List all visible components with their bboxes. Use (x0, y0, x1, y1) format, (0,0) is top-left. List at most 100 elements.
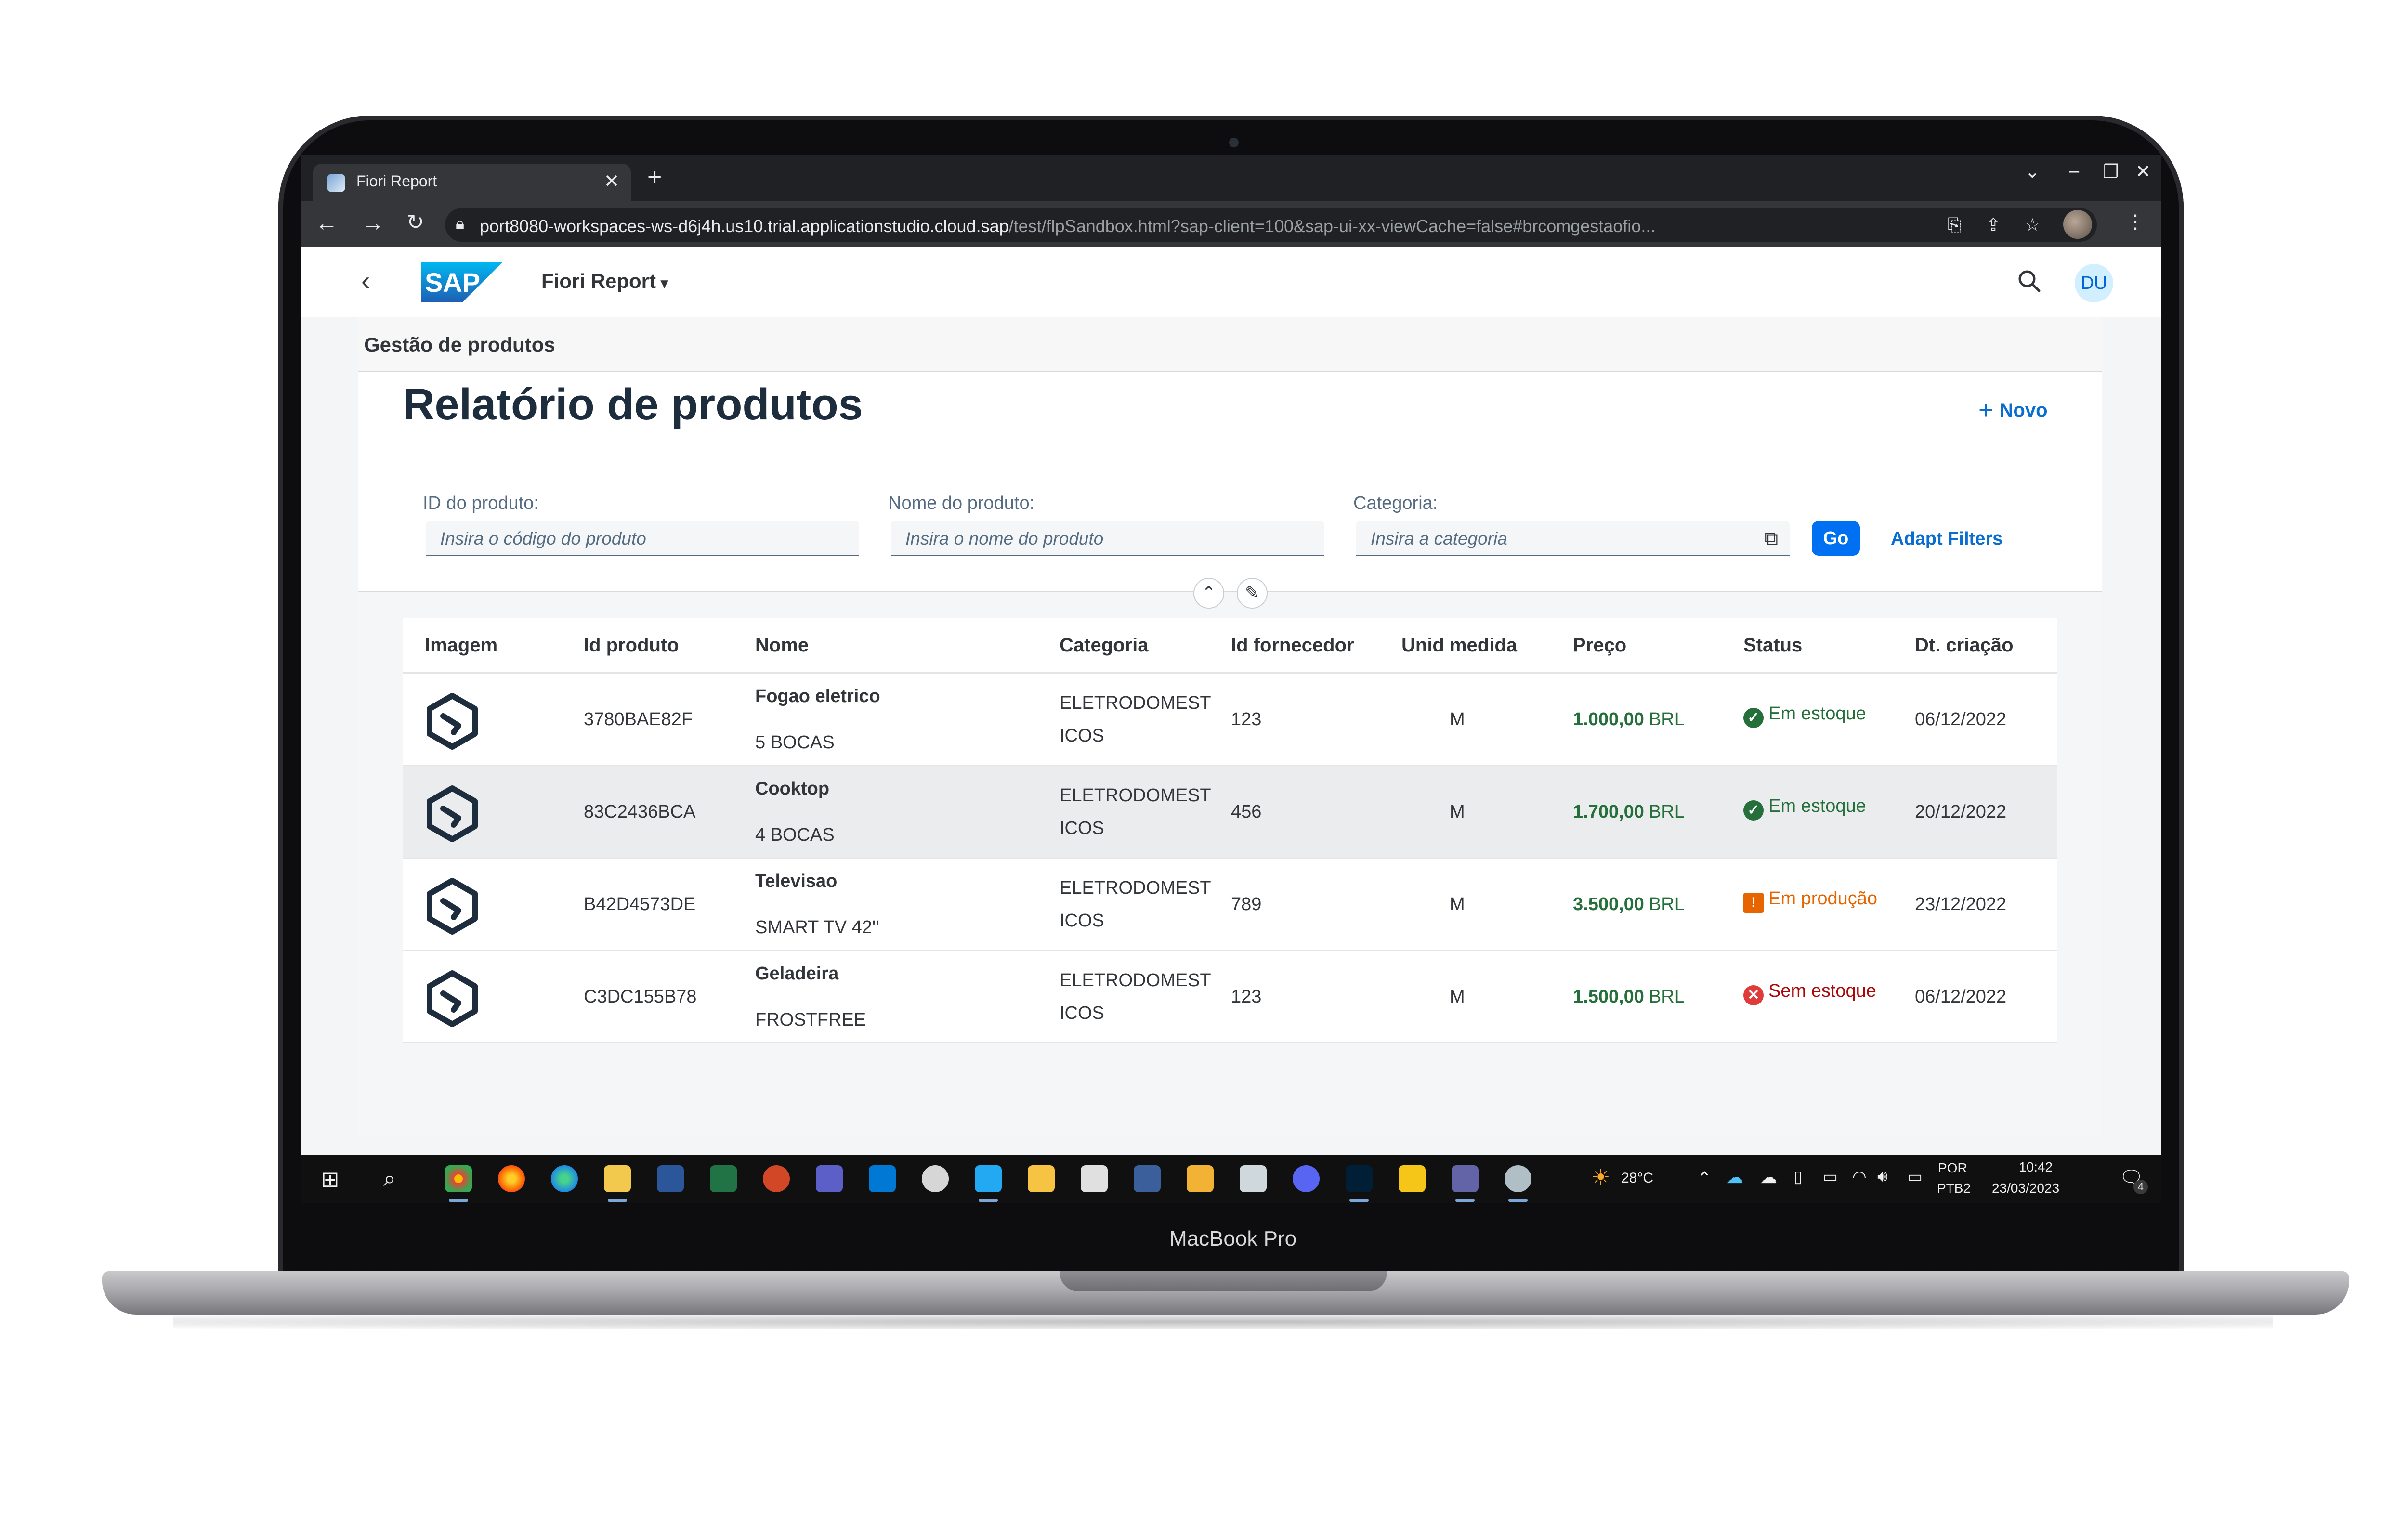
column-header[interactable]: Dt. criação (1915, 635, 2014, 656)
category-line-1: ELETRODOMEST (1060, 878, 1211, 898)
wifi-icon[interactable]: ◠ (1852, 1167, 1867, 1186)
device-icon[interactable]: ▯ (1793, 1167, 1803, 1186)
adapt-filters-button[interactable]: Adapt Filters (1891, 529, 2002, 549)
table-row[interactable]: B42D4573DE Televisao SMART TV 42'' ELETR… (403, 859, 2057, 951)
search-icon[interactable]: ⌕ (383, 1165, 396, 1192)
weather-icon[interactable]: ☀ (1591, 1165, 1610, 1190)
category-line-1: ELETRODOMEST (1060, 785, 1211, 806)
warning-icon: ! (1743, 893, 1764, 913)
chevron-up-icon[interactable]: ⌃ (1697, 1168, 1712, 1188)
table-row[interactable]: C3DC155B78 Geladeira FROSTFREE ELETRODOM… (403, 951, 2057, 1043)
photoshop-icon[interactable] (1346, 1165, 1373, 1202)
header-divider (358, 591, 2102, 592)
excel-icon[interactable] (710, 1165, 737, 1192)
category-line-1: ELETRODOMEST (1060, 970, 1211, 990)
word-icon[interactable] (657, 1165, 684, 1192)
column-header[interactable]: Preço (1573, 635, 1626, 656)
camera-dot (1229, 138, 1239, 147)
app-tool-icon[interactable] (1187, 1165, 1214, 1192)
file-explorer-icon[interactable] (604, 1165, 631, 1202)
edge-icon[interactable] (551, 1165, 578, 1192)
product-name: Geladeira (755, 964, 839, 984)
minimize-icon[interactable]: – (2069, 161, 2079, 182)
reload-icon[interactable]: ↻ (406, 210, 424, 234)
volume-icon[interactable]: 🔊︎ (1877, 1167, 1887, 1186)
collapse-header-icon[interactable]: ⌃ (1193, 578, 1224, 609)
bookmark-star-icon[interactable]: ☆ (2025, 215, 2040, 235)
search-icon[interactable] (2015, 267, 2044, 296)
new-button[interactable]: + Novo (1978, 395, 2048, 425)
menu-kebab-icon[interactable]: ⋮ (2126, 211, 2145, 233)
language-line-2[interactable]: PTB2 (1937, 1181, 1971, 1196)
onedrive-icon[interactable]: ☁ (1726, 1167, 1743, 1187)
teams-work-icon[interactable] (1452, 1165, 1479, 1202)
teams-icon[interactable] (816, 1165, 843, 1192)
pin-header-icon[interactable]: ✎ (1237, 578, 1268, 609)
app-icon[interactable] (922, 1165, 949, 1192)
product-name-input[interactable]: Insira o nome do produto (891, 521, 1324, 556)
remote-desktop-icon[interactable] (1240, 1165, 1267, 1192)
favicon-icon (327, 174, 345, 192)
language-line-1[interactable]: POR (1938, 1160, 1967, 1176)
mysql-icon[interactable] (1134, 1165, 1161, 1192)
shell-back-icon[interactable]: ‹ (361, 265, 370, 296)
translate-icon[interactable]: ⎘ (1948, 215, 1962, 235)
product-name-placeholder: Insira o nome do produto (905, 529, 1104, 548)
user-avatar[interactable]: DU (2075, 264, 2113, 302)
error-x-icon: ✕ (1743, 985, 1764, 1005)
product-id-placeholder: Insira o código do produto (440, 529, 646, 548)
vscode-icon[interactable] (975, 1165, 1002, 1202)
windows-start-icon[interactable]: ⊞ (321, 1166, 340, 1192)
sap-logo[interactable]: SAP (421, 262, 503, 302)
restore-icon[interactable]: ❐ (2103, 161, 2119, 182)
category-line-1: ELETRODOMEST (1060, 693, 1211, 713)
lock-icon: 🔒︎ (456, 215, 465, 233)
window-close-icon[interactable]: ✕ (2135, 161, 2151, 182)
clock-time[interactable]: 10:42 (2019, 1159, 2053, 1175)
close-tab-icon[interactable]: ✕ (604, 170, 619, 192)
address-bar[interactable]: 🔒︎ port8080-workspaces-ws-d6j4h.us10.tri… (445, 208, 2097, 242)
table-row[interactable]: 3780BAE82F Fogao eletrico 5 BOCAS ELETRO… (403, 674, 2057, 766)
table-row[interactable]: 83C2436BCA Cooktop 4 BOCAS ELETRODOMEST … (403, 766, 2057, 859)
new-tab-button[interactable]: + (647, 164, 662, 191)
profile-avatar[interactable] (2063, 210, 2092, 239)
powerpoint-icon[interactable] (763, 1165, 790, 1192)
cloud-icon[interactable]: ☁ (1760, 1167, 1777, 1187)
tab-search-icon[interactable]: ⌄ (2025, 161, 2040, 182)
column-header[interactable]: Status (1743, 635, 1802, 656)
paint-icon[interactable] (1505, 1165, 1531, 1202)
laptop-label: MacBook Pro (1169, 1227, 1297, 1250)
column-header[interactable]: Nome (755, 635, 809, 656)
firefox-icon[interactable] (498, 1165, 525, 1192)
outlook-icon[interactable] (869, 1165, 896, 1192)
plus-icon: + (1978, 395, 1994, 424)
forward-arrow-icon[interactable]: → (361, 210, 384, 236)
share-icon[interactable]: ⇪ (1986, 215, 2001, 235)
back-arrow-icon[interactable]: ← (315, 210, 338, 236)
product-id-input[interactable]: Insira o código do produto (426, 521, 859, 556)
battery-icon[interactable]: ▭ (1907, 1167, 1923, 1186)
column-header[interactable]: Id produto (584, 635, 679, 656)
value-help-icon[interactable]: ⧉ (1764, 528, 1778, 549)
weather-temp[interactable]: 28°C (1621, 1170, 1653, 1186)
shell-app-title[interactable]: Fiori Report ▾ (541, 270, 668, 293)
product-name: Televisao (755, 871, 838, 891)
virtualbox-icon[interactable] (1081, 1165, 1108, 1192)
discord-icon[interactable] (1293, 1165, 1320, 1192)
breadcrumb[interactable]: Gestão de produtos (364, 333, 555, 356)
go-button[interactable]: Go (1812, 521, 1860, 556)
sap-shell-bar: ‹ SAP Fiori Report ▾ DU (301, 247, 2161, 317)
unit: M (1450, 987, 1465, 1007)
category-input[interactable]: Insira a categoria ⧉ (1356, 521, 1790, 556)
column-header[interactable]: Id fornecedor (1231, 635, 1354, 656)
clock-date[interactable]: 23/03/2023 (1992, 1181, 2059, 1196)
column-header[interactable]: Unid medida (1401, 635, 1517, 656)
column-header[interactable]: Categoria (1060, 635, 1149, 656)
display-icon[interactable]: ▭ (1822, 1167, 1838, 1186)
star-app-icon[interactable] (1399, 1165, 1426, 1192)
chrome-icon[interactable] (445, 1165, 472, 1202)
shell-app-title-text: Fiori Report (541, 270, 656, 292)
column-header[interactable]: Imagem (425, 635, 497, 656)
browser-tab[interactable]: Fiori Report ✕ (313, 164, 631, 201)
app-cube-icon[interactable] (1028, 1165, 1055, 1192)
